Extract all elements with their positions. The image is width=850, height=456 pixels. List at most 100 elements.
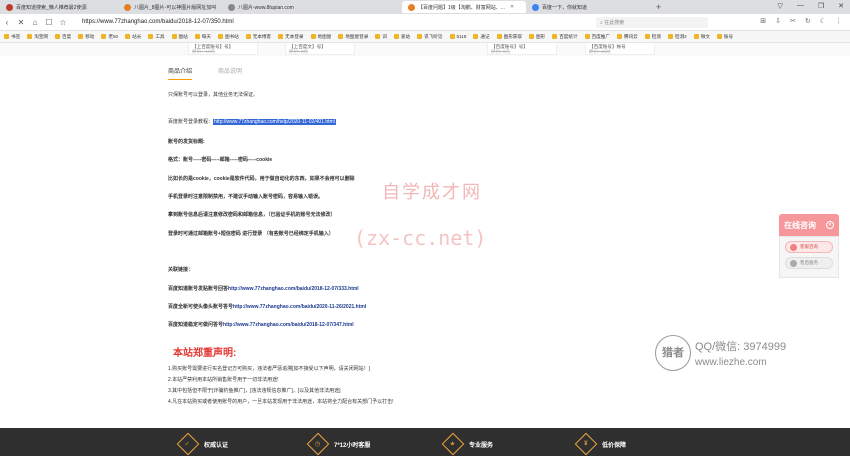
bookmark-item[interactable]: 词: [375, 34, 387, 40]
consult-body: 客服咨询 售后服务: [779, 236, 839, 278]
bookmark-item[interactable]: 账号: [716, 33, 734, 40]
tab-title: 八图片_8图片-可以神图片版网址加叫: [134, 4, 217, 11]
url-input[interactable]: https://www.77zhanghao.com/baidu/2018-12…: [82, 19, 582, 25]
declaration-item: 2.本站严禁利用本站所销售账号用于一切非法用途!: [168, 377, 279, 383]
close-window-button[interactable]: ✕: [838, 2, 844, 10]
bookmark-item[interactable]: 微文: [693, 34, 710, 40]
bookmark-item[interactable]: 讯飞听见: [417, 34, 443, 40]
bookmark-item[interactable]: 图站: [171, 34, 188, 40]
tab-product-intro[interactable]: 商品介绍: [168, 66, 193, 80]
bookmark-item[interactable]: 站长: [125, 34, 141, 40]
consult-button-label: 客服咨询: [800, 244, 818, 249]
close-tab-icon[interactable]: ✕: [510, 4, 514, 10]
download-icon[interactable]: ⇩: [775, 17, 781, 25]
stop-icon[interactable]: ✕: [14, 18, 28, 27]
bookmark-item[interactable]: 淘宝网: [27, 34, 48, 40]
bookmark-label: 站长: [132, 33, 142, 39]
minimize-button[interactable]: —: [797, 2, 804, 10]
watermark-title: 自学成才网: [382, 182, 482, 203]
screenshot-icon[interactable]: ✂: [790, 17, 796, 25]
footer-item: ◷ 7*12小时客服: [306, 432, 370, 456]
watermark-domain: (zx-cc.net): [354, 226, 487, 250]
bookmark-item[interactable]: 每天: [194, 34, 211, 40]
tab-list-icon[interactable]: ▽: [777, 2, 782, 10]
product-card[interactable]: 【上百度文】号】 原价: 3元: [285, 43, 355, 55]
guarantee-text: 只保账号可以登录，其他业务无法保证。: [168, 92, 259, 98]
maximize-button[interactable]: ❐: [818, 2, 824, 10]
bookmark-item[interactable]: 图形获取: [496, 34, 522, 40]
search-input[interactable]: ⌕ 在此搜索: [596, 17, 708, 28]
home-icon[interactable]: ⌂: [28, 18, 42, 27]
bookmark-folder-icon: [338, 34, 344, 39]
bookmark-item[interactable]: 腾讯云: [616, 34, 638, 40]
bookmark-item[interactable]: 图书站: [217, 34, 239, 40]
tutorial-line: 百度账号登录教程：http://www.77zhanghao.com/help/…: [168, 118, 336, 125]
tab-title: 百度一下，你就知道: [542, 4, 588, 11]
declaration-title: 本站郑重声明:: [173, 348, 237, 359]
browser-tab[interactable]: 百度知道搜索_懒人推荐最2使源: [0, 1, 118, 13]
note-text: 比如长的是cookie，cookie是软件代码，用于做自动化的东西，如果不会用可…: [168, 176, 355, 182]
bookmark-item[interactable]: 检测: [644, 34, 661, 40]
bookmark-item[interactable]: 检测2: [667, 34, 687, 40]
bookmark-item[interactable]: 图形: [528, 34, 545, 40]
related-link[interactable]: http://www.77zhanghao.com/baidu/2020-11-…: [233, 304, 366, 310]
bookmark-item[interactable]: 无本登录: [278, 34, 304, 40]
bookmark-label: 百度推广: [591, 33, 610, 39]
back-icon[interactable]: ‹: [0, 18, 14, 27]
related-link[interactable]: http://www.77zhanghao.com/baidu/2018-12-…: [223, 322, 354, 328]
tab-title: 【百度问题】1级【淘鹅、财富网站、...: [418, 4, 505, 11]
browser-tab-active[interactable]: 【百度问题】1级【淘鹅、财富网站、... ✕: [402, 1, 526, 13]
night-mode-icon[interactable]: ☾: [820, 17, 826, 25]
browser-tab[interactable]: 八图片_8图片-可以神图片版网址加叫: [118, 1, 222, 13]
bookmark-folder-icon: [716, 34, 722, 39]
related-link-line: 百度知道稳定可做问答号http://www.77zhanghao.com/bai…: [168, 321, 354, 328]
liezhe-logo-icon: 猎者: [655, 335, 691, 371]
bookmark-label: 账号: [723, 33, 734, 39]
consult-title: 在线咨询: [784, 220, 816, 230]
product-price: 原价: 3元: [491, 49, 510, 54]
browser-tab[interactable]: 八图片-www.8tupian.com: [222, 1, 402, 13]
bookmark-item[interactable]: 通记: [473, 34, 490, 40]
liezhe-url: www.liezhe.com: [695, 357, 767, 368]
menu-icon[interactable]: ⋮: [835, 17, 842, 25]
bookmark-item[interactable]: 百度推广: [584, 33, 610, 40]
bookmark-label: 百度统计: [559, 33, 578, 39]
bookmark-item[interactable]: 百度统计: [552, 33, 578, 40]
close-icon[interactable]: ×: [826, 221, 834, 229]
product-card[interactable]: 【上百度账号】号】 原价:- 18元: [188, 43, 258, 55]
tutorial-link[interactable]: http://www.77zhanghao.com/help/2020-11-0…: [213, 119, 336, 125]
refresh-icon[interactable]: ↻: [805, 17, 811, 25]
customer-service-button[interactable]: 客服咨询: [785, 241, 833, 253]
bookmark-item[interactable]: 无本博客: [245, 34, 271, 40]
bookmark-item[interactable]: 百度: [55, 34, 71, 40]
bookmark-label: 地图屋登录: [345, 33, 369, 39]
footer-item: ✓ 权威认证: [176, 432, 228, 456]
bookmark-item[interactable]: 地图屋: [310, 34, 331, 40]
related-link[interactable]: http://www.77zhanghao.com/baidu/2018-12-…: [228, 286, 359, 292]
bookmark-label: 词: [382, 33, 387, 39]
note-text: 手机登录时注意限制禁用，不建议手动输入账号密码，容易输入错误。: [168, 194, 324, 200]
product-card[interactable]: 【百度账号】帐号 原价: 10元: [585, 43, 655, 55]
tab-product-note[interactable]: 商品说明: [218, 66, 242, 80]
content-tabs: 商品介绍 商品说明: [168, 66, 688, 80]
bookmark-label: 书签: [11, 33, 21, 39]
bookmark-item[interactable]: 地图屋登录: [338, 34, 368, 40]
related-title: 关联链接：: [168, 267, 194, 273]
bookmark-item[interactable]: 爱站: [393, 34, 410, 40]
bookmark-item[interactable]: 5118: [449, 34, 466, 39]
tab-favicon-icon: [408, 3, 415, 11]
after-sales-button[interactable]: 售后服务: [785, 257, 833, 269]
bookmark-item[interactable]: 书签: [4, 34, 20, 40]
bookmark-item[interactable]: 老50: [101, 34, 118, 40]
page-icon[interactable]: ☐: [42, 18, 56, 27]
bookmark-item[interactable]: 工具: [148, 34, 165, 40]
apps-icon[interactable]: ⊞: [760, 17, 766, 25]
browser-tab-bar: 百度知道搜索_懒人推荐最2使源 八图片_8图片-可以神图片版网址加叫 八图片-w…: [0, 0, 850, 14]
browser-tab[interactable]: 百度一下，你就知道: [526, 1, 636, 13]
note-text: 拿到账号信息后请注意修改密码和邮箱信息，（已验证手机的账号无法修改）: [168, 212, 336, 218]
bookmark-item[interactable]: 移动: [78, 34, 94, 40]
favorite-star-icon[interactable]: ☆: [56, 18, 70, 27]
bookmark-folder-icon: [693, 34, 699, 39]
new-tab-button[interactable]: +: [656, 2, 661, 12]
product-card[interactable]: 【百度账号】号】 原价: 3元: [487, 43, 557, 55]
